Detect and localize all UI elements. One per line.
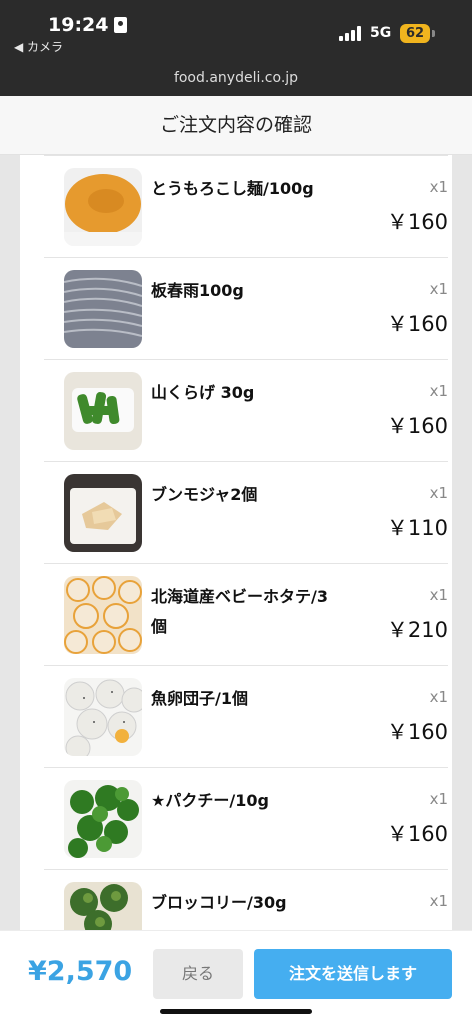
person-icon [114, 17, 128, 33]
item-qty: x1 [429, 280, 448, 298]
item-price: ￥160 [386, 210, 448, 234]
list-item: 板春雨100g x1 ￥160 [44, 257, 448, 360]
list-item: ★パクチー/10g x1 ￥160 [44, 767, 448, 870]
item-price: ￥160 [386, 720, 448, 744]
item-price: ￥160 [386, 414, 448, 438]
item-qty: x1 [429, 382, 448, 400]
url-bar[interactable]: food.anydeli.co.jp [0, 70, 472, 86]
clock-text: 19:24 [48, 14, 109, 36]
item-name: ブンモジャ2個 [151, 485, 258, 504]
item-name: 魚卵団子/1個 [151, 689, 248, 708]
back-to-camera-link[interactable]: ◀ カメラ [14, 38, 63, 55]
item-name: 山くらげ 30g [151, 383, 255, 402]
item-name: ブロッコリー/30g [151, 893, 287, 912]
list-item: とうもろこし麺/100g x1 ￥160 [44, 155, 448, 258]
broccoli-thumbnail [64, 882, 142, 930]
item-name: ★パクチー/10g [151, 791, 269, 810]
item-price: ￥160 [386, 312, 448, 336]
list-item: ブロッコリー/30g x1 [44, 869, 448, 930]
item-qty: x1 [429, 688, 448, 706]
corn-noodle-thumbnail [64, 168, 142, 246]
home-indicator[interactable] [160, 1009, 312, 1014]
order-list: とうもろこし麺/100g x1 ￥160 板春雨100g x1 ￥160 山くら… [20, 155, 452, 930]
battery-icon: 62 [400, 24, 430, 43]
network-label: 5G [370, 25, 392, 41]
battery-tip [432, 30, 435, 37]
item-qty: x1 [429, 790, 448, 808]
list-item: 山くらげ 30g x1 ￥160 [44, 359, 448, 462]
list-item: 魚卵団子/1個 x1 ￥160 [44, 665, 448, 768]
list-item: 北海道産ベビーホタテ/3個 x1 ￥210 [44, 563, 448, 666]
item-price: ￥110 [386, 516, 448, 540]
item-price: ￥210 [386, 618, 448, 642]
clock: 19:24 [48, 14, 128, 36]
baby-scallop-thumbnail [64, 576, 142, 654]
page-title: ご注文内容の確認 [0, 96, 472, 155]
item-qty: x1 [429, 892, 448, 910]
tofu-sheet-thumbnail [64, 474, 142, 552]
signal-icon [339, 26, 363, 41]
order-total: ¥2,570 [28, 956, 133, 987]
item-qty: x1 [429, 178, 448, 196]
item-qty: x1 [429, 484, 448, 502]
list-item: ブンモジャ2個 x1 ￥110 [44, 461, 448, 564]
item-name: とうもろこし麺/100g [151, 179, 314, 198]
submit-order-button[interactable]: 注文を送信します [254, 949, 452, 999]
item-name: 板春雨100g [151, 281, 244, 300]
back-button[interactable]: 戻る [153, 949, 243, 999]
item-qty: x1 [429, 586, 448, 604]
order-list-scroll[interactable]: とうもろこし麺/100g x1 ￥160 板春雨100g x1 ￥160 山くら… [0, 155, 472, 930]
item-price: ￥160 [386, 822, 448, 846]
glass-noodle-thumbnail [64, 270, 142, 348]
coriander-thumbnail [64, 780, 142, 858]
celtuce-thumbnail [64, 372, 142, 450]
fish-ball-thumbnail [64, 678, 142, 756]
item-name: 北海道産ベビーホタテ/3個 [151, 587, 328, 636]
status-bar: 19:24 ◀ カメラ 5G 62 food.anydeli.co.jp [0, 0, 472, 96]
